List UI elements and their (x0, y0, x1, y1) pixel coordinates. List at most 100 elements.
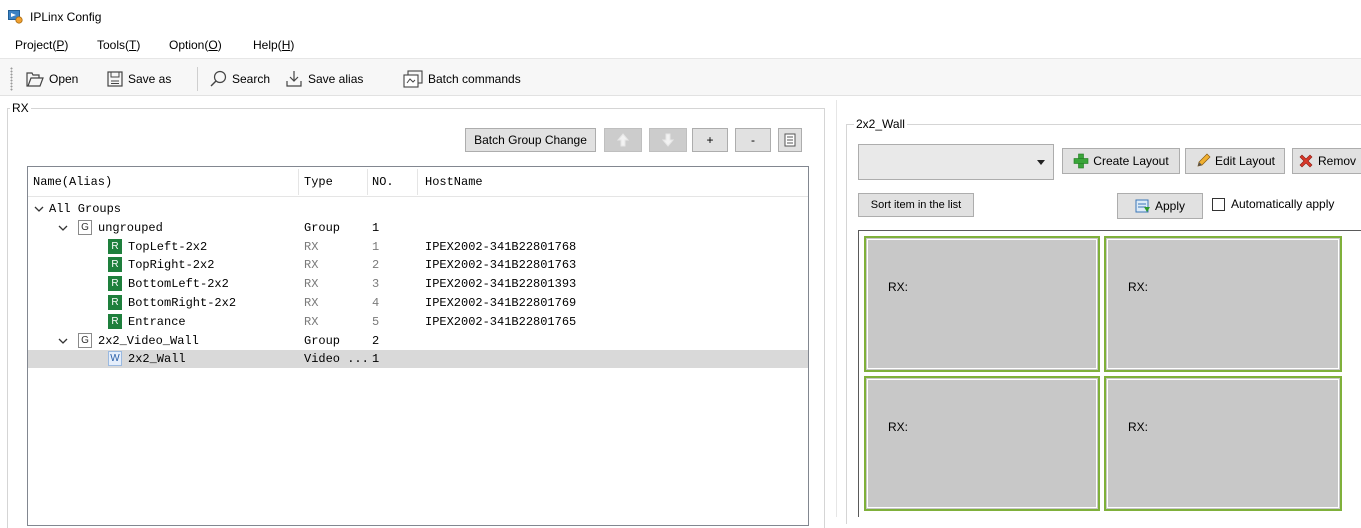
wall-layout-canvas[interactable]: RX: RX: RX: RX: (858, 230, 1361, 517)
search-label: Search (232, 72, 271, 86)
window-title: IPLinx Config (30, 10, 102, 24)
tile-label: RX: (1128, 420, 1149, 434)
apply-icon (1135, 199, 1150, 213)
menu-project[interactable]: Project(P) (15, 38, 68, 52)
rx-panel-title: RX (10, 101, 31, 115)
auto-apply-label: Automatically apply (1231, 197, 1335, 211)
row-number: 4 (372, 296, 380, 310)
download-icon (286, 71, 302, 87)
auto-apply-option[interactable]: Automatically apply (1212, 197, 1334, 211)
column-divider[interactable] (417, 169, 418, 195)
rx-tree-view[interactable]: Name(Alias) Type NO. HostName All Groups… (27, 166, 809, 526)
wall-tile-bottom-left[interactable]: RX: (864, 376, 1100, 511)
tree-root-row[interactable]: All Groups (28, 200, 808, 218)
sort-items-button[interactable]: Sort item in the list (858, 193, 974, 217)
column-header-type[interactable]: Type (304, 175, 333, 191)
rx-badge-icon: R (108, 313, 122, 329)
toolbar-grip[interactable] (10, 67, 13, 91)
row-hostname: IPEX2002-341B22801768 (425, 239, 577, 254)
arrow-down-icon (662, 133, 674, 147)
rx-device-row[interactable]: R BottomRight-2x2 RX 4 IPEX2002-341B22801769 (28, 294, 808, 312)
rx-device-row[interactable]: R TopRight-2x2 RX 2 IPEX2002-341B22801763 (28, 256, 808, 274)
toolbar: Open Save as Search Save alias Batch com (0, 58, 1361, 96)
row-number: 1 (372, 239, 380, 254)
row-type: RX (304, 296, 319, 310)
row-type: RX (304, 258, 319, 273)
edit-layout-button[interactable]: Edit Layout (1185, 148, 1285, 174)
wall-tile-top-right[interactable]: RX: (1104, 236, 1342, 372)
column-divider[interactable] (298, 169, 299, 195)
add-button[interactable]: + (692, 128, 728, 152)
remove-layout-button[interactable]: Remov (1292, 148, 1361, 174)
panel-splitter[interactable] (836, 100, 837, 517)
wall-panel-title: 2x2_Wall (854, 117, 907, 131)
document-icon (784, 133, 796, 147)
open-button[interactable]: Open (25, 67, 78, 91)
tile-label: RX: (1128, 280, 1149, 294)
rx-device-row[interactable]: R TopLeft-2x2 RX 1 IPEX2002-341B22801768 (28, 238, 808, 256)
move-up-button[interactable] (604, 128, 642, 152)
rx-device-row[interactable]: R Entrance RX 5 IPEX2002-341B22801765 (28, 313, 808, 331)
details-button[interactable] (778, 128, 802, 152)
chevron-down-icon (1037, 160, 1045, 165)
rx-badge-icon: R (108, 295, 122, 310)
row-name: ungrouped (98, 220, 163, 235)
expand-chevron-icon[interactable] (57, 335, 69, 347)
title-bar: IPLinx Config (0, 0, 1361, 34)
wall-tile-bottom-right[interactable]: RX: (1104, 376, 1342, 511)
row-number: 1 (372, 352, 380, 367)
video-wall-row[interactable]: W 2x2_Wall Video ... 1 (28, 350, 808, 369)
menu-option[interactable]: Option(O) (169, 38, 222, 52)
tile-label: RX: (888, 280, 909, 294)
remove-button[interactable]: - (735, 128, 771, 152)
row-number: 2 (372, 258, 380, 273)
pencil-icon (1197, 153, 1211, 167)
save-alias-label: Save alias (308, 72, 364, 86)
row-type: RX (304, 277, 319, 292)
group-badge-icon: G (78, 332, 92, 348)
column-divider[interactable] (367, 169, 368, 195)
row-name: TopRight-2x2 (128, 258, 215, 273)
batch-group-change-button[interactable]: Batch Group Change (465, 128, 596, 152)
create-layout-button[interactable]: Create Layout (1062, 148, 1180, 174)
group-row[interactable]: Gungrouped Group 1 (28, 219, 808, 237)
row-name: Entrance (128, 314, 186, 329)
menu-bar: Project(P) Tools(T) Option(O) Help(H) (0, 34, 1361, 56)
expand-chevron-icon[interactable] (33, 203, 45, 215)
row-number: 3 (372, 277, 380, 292)
folder-open-icon (26, 72, 44, 87)
search-icon (210, 70, 227, 87)
apply-label: Apply (1154, 199, 1186, 213)
move-down-button[interactable] (649, 128, 687, 152)
row-number: 2 (372, 333, 380, 348)
row-name: 2x2_Video_Wall (98, 333, 199, 348)
row-name: 2x2_Wall (128, 352, 186, 367)
rx-badge-icon: R (108, 276, 122, 292)
menu-tools[interactable]: Tools(T) (97, 38, 140, 52)
group-row[interactable]: G 2x2_Video_Wall Group 2 (28, 332, 808, 350)
batch-commands-button[interactable]: Batch commands (402, 67, 521, 91)
open-label: Open (49, 72, 79, 86)
expand-chevron-icon[interactable] (57, 222, 69, 234)
group-badge-icon: G (78, 219, 92, 235)
save-icon (107, 71, 123, 87)
column-header-hostname[interactable]: HostName (425, 175, 483, 191)
column-header-no[interactable]: NO. (372, 175, 394, 191)
create-layout-label: Create Layout (1093, 154, 1169, 168)
wall-tile-top-left[interactable]: RX: (864, 236, 1100, 372)
menu-help[interactable]: Help(H) (253, 38, 294, 52)
search-button[interactable]: Search (208, 67, 270, 91)
row-number: 5 (372, 314, 380, 329)
layout-select[interactable] (858, 144, 1054, 180)
row-number: 1 (372, 220, 380, 235)
save-as-button[interactable]: Save as (106, 67, 171, 91)
app-icon (8, 10, 23, 24)
row-type: Group (304, 333, 341, 348)
row-hostname: IPEX2002-341B22801393 (425, 277, 577, 292)
column-header-name[interactable]: Name(Alias) (33, 175, 112, 191)
apply-button[interactable]: Apply (1117, 193, 1203, 219)
auto-apply-checkbox[interactable] (1212, 197, 1225, 211)
save-alias-button[interactable]: Save alias (284, 67, 363, 91)
rx-device-row[interactable]: R BottomLeft-2x2 RX 3 IPEX2002-341B22801393 (28, 275, 808, 293)
video-wall-badge-icon: W (108, 351, 122, 367)
